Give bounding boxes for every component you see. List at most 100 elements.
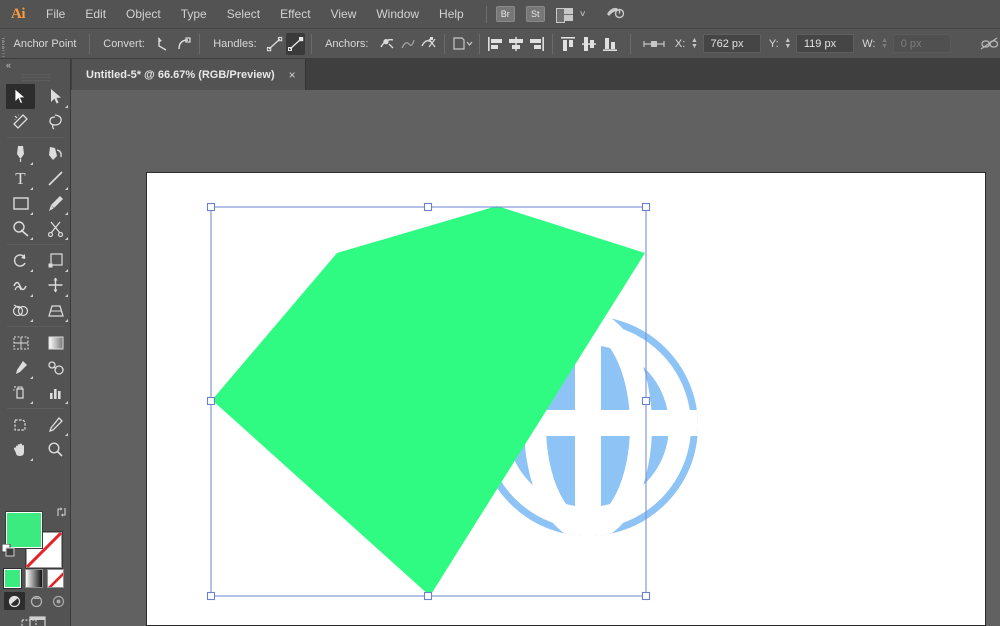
line-segment-tool[interactable]: [41, 166, 70, 191]
menu-object[interactable]: Object: [116, 0, 171, 29]
constrain-proportions-broken-icon[interactable]: [979, 33, 999, 55]
align-right-icon[interactable]: [527, 33, 546, 55]
zoom-tool[interactable]: [41, 437, 70, 462]
selection-tool[interactable]: [6, 84, 35, 109]
align-top-icon[interactable]: [559, 33, 578, 55]
hide-handles-icon[interactable]: [286, 32, 306, 55]
align-horizontal-center-icon[interactable]: [506, 33, 525, 55]
x-stepper[interactable]: ▲ ▼: [689, 34, 699, 54]
illustrator-window: Ai File Edit Object Type Select Effect V…: [0, 0, 1000, 626]
menu-help[interactable]: Help: [429, 0, 474, 29]
mesh-tool[interactable]: [6, 330, 35, 355]
stock-button[interactable]: St: [525, 6, 545, 22]
type-tool[interactable]: T: [6, 166, 35, 191]
flyout-indicator-icon: [30, 294, 33, 297]
x-label: X:: [674, 37, 686, 50]
symbol-sprayer-tool[interactable]: [6, 380, 35, 405]
workspace-switcher[interactable]: ˅: [555, 7, 586, 23]
column-graph-tool[interactable]: [41, 380, 70, 405]
color-mode-button[interactable]: [4, 569, 22, 588]
eyedropper-tool[interactable]: [6, 355, 35, 380]
menu-edit[interactable]: Edit: [75, 0, 116, 29]
collapse-panel-icon[interactable]: «: [6, 60, 11, 70]
document-tab-title: Untitled-5* @ 66.67% (RGB/Preview): [86, 68, 275, 81]
width-warp-tool[interactable]: [6, 273, 35, 298]
handles-label: Handles:: [213, 37, 257, 50]
curvature-tool[interactable]: [41, 141, 70, 166]
flyout-indicator-icon: [65, 319, 68, 322]
change-screen-mode-button[interactable]: [21, 616, 49, 626]
close-icon[interactable]: ×: [289, 69, 296, 81]
hand-tool[interactable]: [6, 437, 35, 462]
blend-tool[interactable]: [41, 355, 70, 380]
flyout-indicator-icon: [65, 237, 68, 240]
menu-view[interactable]: View: [321, 0, 367, 29]
canvas-workspace[interactable]: [71, 90, 1000, 626]
drawing-mode-buttons: [4, 592, 70, 610]
align-bottom-icon[interactable]: [600, 33, 619, 55]
w-label: W:: [862, 37, 876, 50]
connect-selected-anchors-icon[interactable]: [398, 33, 417, 55]
free-transform-tool[interactable]: [41, 273, 70, 298]
y-stepper[interactable]: ▲ ▼: [783, 34, 793, 54]
remove-selected-anchors-icon[interactable]: [377, 33, 396, 55]
rotate-tool[interactable]: [6, 248, 35, 273]
menu-select[interactable]: Select: [217, 0, 270, 29]
rectangle-tool[interactable]: [6, 191, 35, 216]
flyout-indicator-icon: [65, 433, 68, 436]
draw-behind-button[interactable]: [26, 592, 47, 610]
artboard-tool[interactable]: [6, 412, 35, 437]
transform-anchor-icon[interactable]: [642, 33, 666, 55]
align-vertical-center-icon[interactable]: [580, 33, 599, 55]
tools-panel-header: «: [0, 59, 70, 72]
flyout-indicator-icon: [65, 212, 68, 215]
bridge-button[interactable]: Br: [495, 6, 515, 22]
gradient-mode-button[interactable]: [25, 569, 43, 588]
slice-tool[interactable]: [41, 412, 70, 437]
convert-to-smooth-icon[interactable]: [175, 33, 194, 55]
divider: [89, 33, 91, 54]
scissors-eraser-tool[interactable]: [41, 216, 70, 241]
paintbrush-tool[interactable]: [41, 191, 70, 216]
handle-top-center: [423, 202, 433, 212]
convert-to-corner-icon[interactable]: [154, 33, 173, 55]
shape-builder-tool[interactable]: [6, 298, 35, 323]
y-input[interactable]: 119 px: [795, 34, 855, 53]
x-input[interactable]: 762 px: [702, 34, 761, 53]
scale-tool[interactable]: [41, 248, 70, 273]
fill-swatch[interactable]: [6, 512, 42, 548]
draw-normal-button[interactable]: [4, 592, 25, 610]
menu-window[interactable]: Window: [366, 0, 429, 29]
default-fill-stroke-icon[interactable]: [1, 543, 15, 557]
search-help-icon[interactable]: [606, 5, 624, 23]
handle-middle-right: [641, 396, 651, 406]
menu-type[interactable]: Type: [171, 0, 217, 29]
direct-selection-tool[interactable]: [41, 84, 70, 109]
none-mode-button[interactable]: [46, 569, 64, 588]
perspective-grid-tool[interactable]: [41, 298, 70, 323]
control-bar-grip[interactable]: [0, 28, 6, 59]
divider: [199, 33, 201, 54]
menu-effect[interactable]: Effect: [270, 0, 320, 29]
cut-path-at-anchors-icon[interactable]: [419, 33, 438, 55]
isolate-selected-object-icon[interactable]: [451, 33, 473, 55]
align-left-icon[interactable]: [485, 33, 504, 55]
tools-panel-drag-handle[interactable]: [0, 72, 71, 82]
swap-fill-stroke-icon[interactable]: [56, 506, 68, 520]
flyout-indicator-icon: [30, 401, 33, 404]
shaper-tool[interactable]: [6, 216, 35, 241]
lasso-tool[interactable]: [41, 109, 70, 134]
document-tab[interactable]: Untitled-5* @ 66.67% (RGB/Preview) ×: [72, 59, 306, 90]
show-handles-icon[interactable]: [266, 33, 285, 55]
flyout-indicator-icon: [30, 458, 33, 461]
draw-inside-button[interactable]: [48, 592, 69, 610]
handle-middle-left: [206, 396, 216, 406]
menu-file[interactable]: File: [36, 0, 75, 29]
pen-tool[interactable]: [6, 141, 35, 166]
magic-wand-tool[interactable]: [6, 109, 35, 134]
w-stepper: ▲ ▼: [881, 36, 889, 50]
app-logo-icon: Ai: [11, 5, 26, 22]
gradient-tool[interactable]: [41, 330, 70, 355]
divider: [630, 33, 631, 54]
flyout-indicator-icon: [30, 237, 33, 240]
